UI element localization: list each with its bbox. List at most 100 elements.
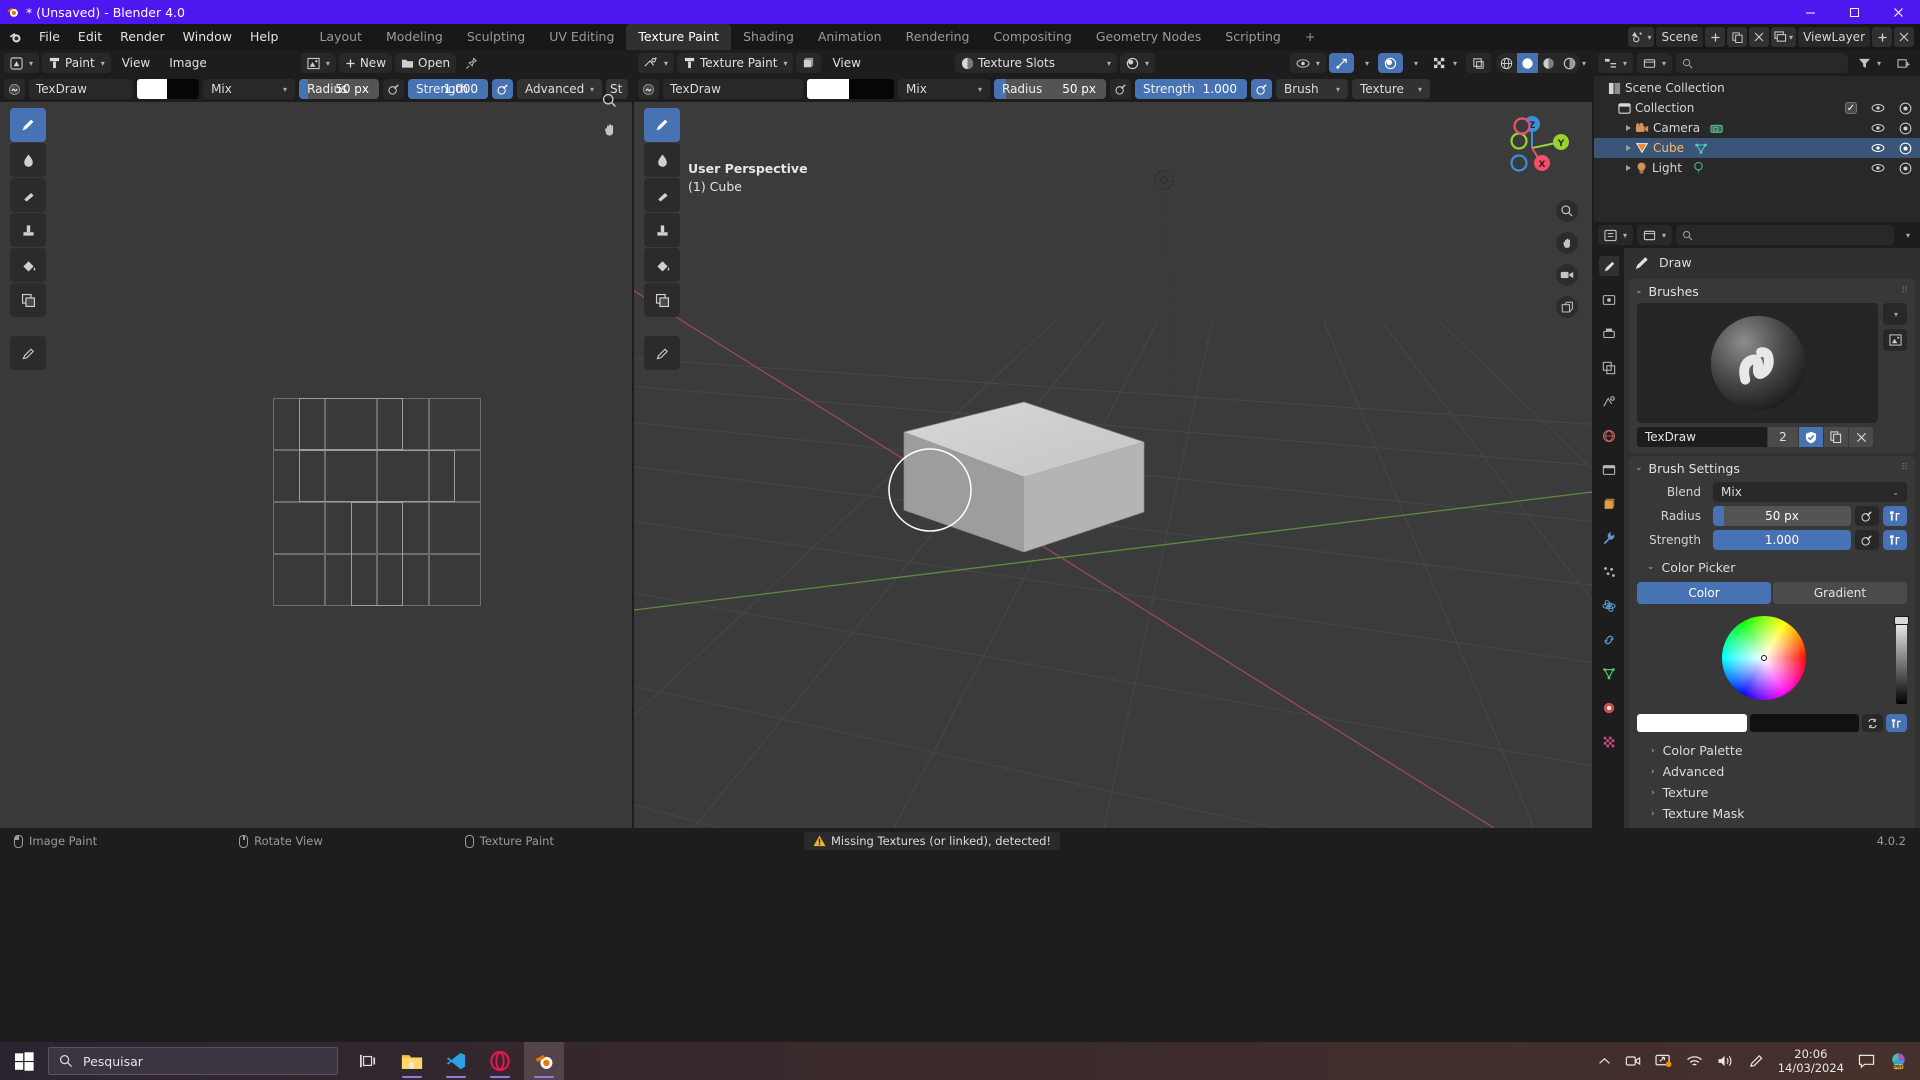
image-new-button[interactable]: New xyxy=(338,53,393,73)
properties-tab-tool[interactable] xyxy=(1599,256,1619,276)
visibility-icon[interactable]: ▾ xyxy=(1289,53,1326,73)
image-tool-smear[interactable] xyxy=(10,178,46,212)
proportional-dropdown-chevron-icon[interactable]: ▾ xyxy=(1406,53,1424,73)
properties-tab-render[interactable] xyxy=(1599,290,1619,310)
viewport-brush-name-field[interactable]: TexDraw xyxy=(663,79,803,99)
blender-menu-icon[interactable] xyxy=(0,30,30,45)
chevron-up-icon[interactable] xyxy=(1598,1057,1611,1066)
cube-expand-icon[interactable] xyxy=(1626,145,1631,151)
properties-tab-material[interactable] xyxy=(1599,698,1619,718)
panel-drag-dots[interactable]: ⠿ xyxy=(1901,463,1909,473)
opera-gx-button[interactable] xyxy=(480,1042,520,1080)
unlink-scene-icon[interactable] xyxy=(1749,27,1770,47)
panel-drag-dots[interactable]: ⠿ xyxy=(1901,286,1909,296)
xray-icon[interactable] xyxy=(1465,53,1491,73)
color-unified-icon[interactable] xyxy=(1886,714,1907,732)
new-viewlayer-icon[interactable] xyxy=(1872,27,1892,47)
taskbar-clock[interactable]: 20:06 14/03/2024 xyxy=(1778,1047,1844,1075)
viewport-canvas[interactable] xyxy=(634,102,1592,828)
viewport-tool-soften[interactable] xyxy=(644,143,680,177)
strength-unified-icon[interactable] xyxy=(1883,530,1907,550)
image-brush-name-field[interactable]: TexDraw xyxy=(29,79,133,99)
shading-rendered-icon[interactable] xyxy=(1558,53,1580,73)
properties-tab-texture[interactable] xyxy=(1599,732,1619,752)
texture-slots-dropdown[interactable]: Texture Slots ▾ xyxy=(954,53,1117,73)
viewport-ortho-perspective-icon[interactable] xyxy=(1556,296,1578,318)
fake-user-shield-icon[interactable] xyxy=(1799,427,1823,447)
properties-tab-physics[interactable] xyxy=(1599,596,1619,616)
color-picker-header[interactable]: ⌄ Color Picker xyxy=(1637,556,1907,578)
remove-viewlayer-icon[interactable] xyxy=(1894,27,1914,47)
image-strength-slider[interactable]: Strength 1.000 xyxy=(408,79,488,99)
cube-mesh-data-icon[interactable] xyxy=(1694,142,1708,155)
outliner-display-mode-icon[interactable]: ▾ xyxy=(1637,53,1673,73)
brush-browse-chevron-icon[interactable]: ▾ xyxy=(1883,303,1907,325)
properties-search-input[interactable] xyxy=(1676,225,1894,245)
outliner-editor-type-icon[interactable]: ▾ xyxy=(1598,53,1634,73)
image-radius-pressure-icon[interactable] xyxy=(383,79,405,99)
workspace-tab-animation[interactable]: Animation xyxy=(806,24,894,50)
workspace-tab-texture-paint[interactable]: Texture Paint xyxy=(626,24,732,50)
radius-unified-icon[interactable] xyxy=(1883,506,1907,526)
viewport-radius-pressure-icon[interactable] xyxy=(1110,79,1131,99)
camera-tray-icon[interactable] xyxy=(1625,1054,1641,1068)
image-tool-clone[interactable] xyxy=(10,213,46,247)
outliner-row-scene-collection[interactable]: Scene Collection xyxy=(1594,78,1920,98)
workspace-tab-layout[interactable]: Layout xyxy=(307,24,374,50)
image-zoom-icon[interactable] xyxy=(601,92,618,109)
viewlayer-name-field[interactable]: ViewLayer xyxy=(1798,27,1870,47)
outliner-filter-icon[interactable]: ▾ xyxy=(1852,53,1887,73)
viewport-texture-menu[interactable]: Texture ▾ xyxy=(1352,79,1430,99)
brush-preview-image-icon[interactable] xyxy=(1883,329,1907,351)
shading-material-icon[interactable] xyxy=(1537,53,1559,73)
viewport-menu-view[interactable]: View xyxy=(824,56,868,70)
image-open-button[interactable]: Open xyxy=(395,53,457,73)
copilot-icon[interactable]: PRE xyxy=(1889,1052,1908,1071)
proportional-editing-icon[interactable] xyxy=(1377,53,1403,73)
new-scene-icon[interactable] xyxy=(1705,27,1726,47)
viewport-blend-dropdown[interactable]: Mix ▾ xyxy=(898,79,990,99)
collection-exclude-checkbox[interactable]: ✓ xyxy=(1845,102,1857,114)
outliner-new-collection-icon[interactable] xyxy=(1891,53,1916,73)
camera-expand-icon[interactable] xyxy=(1626,125,1631,131)
status-warning[interactable]: Missing Textures (or linked), detected! xyxy=(803,832,1061,850)
viewport-tool-mask[interactable] xyxy=(644,283,680,317)
image-editor-canvas[interactable] xyxy=(0,102,632,828)
light-expand-icon[interactable] xyxy=(1626,165,1631,171)
collection-hide-icon[interactable] xyxy=(1871,103,1885,113)
navigation-axis-gizmo[interactable]: Z Y X xyxy=(1494,110,1570,186)
file-explorer-button[interactable] xyxy=(392,1042,432,1080)
image-advanced-dropdown[interactable]: Advanced ▾ xyxy=(517,79,602,99)
brushes-panel-header[interactable]: ⌄ Brushes ⠿ xyxy=(1629,279,1915,303)
viewport-secondary-color-swatch[interactable] xyxy=(849,79,894,99)
viewport-strength-slider[interactable]: Strength 1.000 xyxy=(1135,79,1247,99)
taskbar-search-input[interactable]: Pesquisar xyxy=(48,1047,338,1075)
start-button[interactable] xyxy=(0,1042,48,1080)
cube-render-icon[interactable] xyxy=(1899,142,1912,155)
workspace-tab-modeling[interactable]: Modeling xyxy=(374,24,455,50)
collapsed-advanced[interactable]: › Advanced xyxy=(1637,761,1907,782)
viewport-tool-annotate[interactable] xyxy=(644,336,680,370)
image-editor-type-icon[interactable]: ▾ xyxy=(4,53,40,73)
image-tool-draw[interactable] xyxy=(10,108,46,142)
color-value-knob[interactable] xyxy=(1894,616,1909,625)
collapsed-color-palette[interactable]: › Color Palette xyxy=(1637,740,1907,761)
light-hide-icon[interactable] xyxy=(1871,163,1885,173)
menu-help[interactable]: Help xyxy=(241,27,288,47)
outliner-tree[interactable]: Scene Collection Collection ✓ Camera Cub… xyxy=(1594,76,1920,222)
secondary-color-swatch[interactable] xyxy=(166,79,200,99)
image-tool-mask[interactable] xyxy=(10,283,46,317)
workspace-tab-compositing[interactable]: Compositing xyxy=(981,24,1083,50)
properties-tab-object[interactable] xyxy=(1599,494,1619,514)
viewport-brush-menu[interactable]: Brush ▾ xyxy=(1276,79,1348,99)
properties-tab-data[interactable] xyxy=(1599,664,1619,684)
viewport-tool-clone[interactable] xyxy=(644,213,680,247)
unlink-brush-icon[interactable] xyxy=(1849,427,1873,447)
outliner-row-collection[interactable]: Collection ✓ xyxy=(1594,98,1920,118)
viewport-tool-fill[interactable] xyxy=(644,248,680,282)
viewport-zoom-icon[interactable] xyxy=(1556,200,1578,222)
viewport-editor-type-icon[interactable]: ▾ xyxy=(638,53,675,73)
image-tool-annotate[interactable] xyxy=(10,336,46,370)
properties-tab-particles[interactable] xyxy=(1599,562,1619,582)
outliner-row-camera[interactable]: Camera xyxy=(1594,118,1920,138)
